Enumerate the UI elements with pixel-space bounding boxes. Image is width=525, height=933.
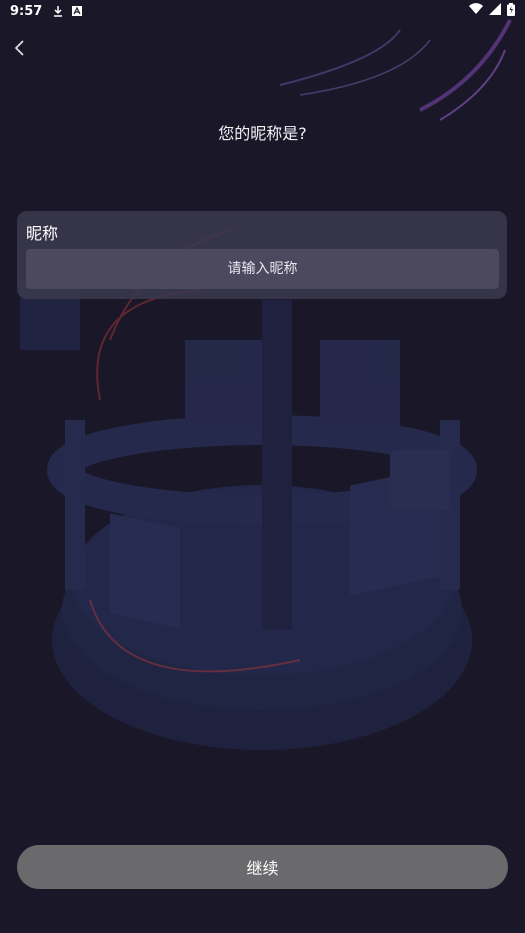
page-title: 您的昵称是? bbox=[218, 124, 307, 143]
a-notification-icon bbox=[72, 6, 83, 16]
battery-icon bbox=[507, 2, 515, 20]
back-button[interactable] bbox=[8, 36, 32, 60]
chevron-left-icon bbox=[14, 40, 24, 56]
download-icon bbox=[52, 5, 64, 17]
continue-button[interactable]: 继续 bbox=[17, 845, 508, 889]
nickname-card: 昵称 bbox=[17, 211, 507, 299]
status-bar: 9:57 bbox=[0, 0, 525, 22]
nickname-input[interactable] bbox=[26, 249, 499, 289]
signal-icon bbox=[489, 3, 501, 19]
status-time: 9:57 bbox=[10, 3, 43, 19]
wifi-icon bbox=[469, 3, 483, 19]
nickname-label: 昵称 bbox=[26, 224, 59, 243]
